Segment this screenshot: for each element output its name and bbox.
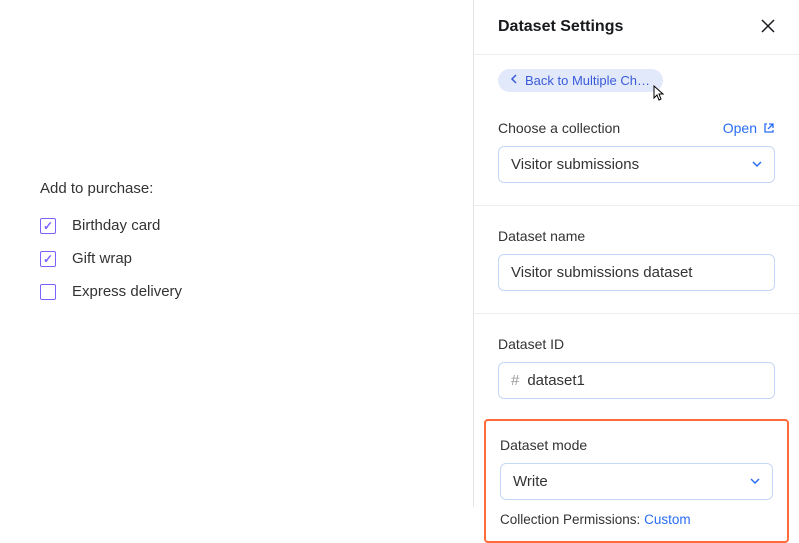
canvas-area: Add to purchase: Birthday card Gift wrap…: [0, 0, 473, 507]
dataset-mode-label: Dataset mode: [500, 437, 773, 453]
dataset-name-input[interactable]: Visitor submissions dataset: [498, 254, 775, 291]
checkbox-option[interactable]: Express delivery: [40, 283, 433, 300]
panel-title: Dataset Settings: [498, 18, 623, 36]
dataset-mode-section: Dataset mode Write Collection Permission…: [484, 419, 789, 543]
chevron-left-icon: [510, 74, 517, 87]
close-icon: [761, 19, 775, 33]
checkbox-label: Express delivery: [72, 283, 182, 300]
dataset-name-label: Dataset name: [498, 228, 585, 244]
back-button[interactable]: Back to Multiple Choi…: [498, 69, 663, 92]
permissions-row: Collection Permissions: Custom: [500, 512, 773, 527]
dataset-id-value: dataset1: [527, 372, 585, 389]
open-link-text: Open: [723, 120, 757, 136]
checkbox-option[interactable]: Gift wrap: [40, 250, 433, 267]
dataset-id-label: Dataset ID: [498, 336, 564, 352]
chevron-down-icon: [752, 159, 762, 171]
close-button[interactable]: [761, 18, 775, 36]
permissions-link[interactable]: Custom: [644, 512, 691, 527]
dataset-id-input[interactable]: # dataset1: [498, 362, 775, 399]
permissions-label: Collection Permissions:: [500, 512, 640, 527]
chevron-down-icon: [750, 476, 760, 488]
checkbox-icon[interactable]: [40, 251, 56, 267]
open-collection-link[interactable]: Open: [723, 120, 775, 136]
panel-header: Dataset Settings: [474, 0, 799, 55]
dataset-mode-select[interactable]: Write: [500, 463, 773, 500]
checkbox-group-title: Add to purchase:: [40, 180, 433, 197]
panel-body: Back to Multiple Choi… Choose a collecti…: [474, 55, 799, 399]
collection-value: Visitor submissions: [511, 156, 639, 173]
dataset-name-value: Visitor submissions dataset: [511, 264, 692, 281]
dataset-name-section: Dataset name Visitor submissions dataset: [474, 205, 799, 291]
dataset-id-section: Dataset ID # dataset1: [474, 313, 799, 399]
collection-select[interactable]: Visitor submissions: [498, 146, 775, 183]
back-label: Back to Multiple Choi…: [525, 73, 651, 88]
external-link-icon: [763, 122, 775, 134]
checkbox-option[interactable]: Birthday card: [40, 217, 433, 234]
cursor-icon: [651, 85, 667, 106]
collection-section: Choose a collection Open Visitor submiss…: [498, 120, 775, 183]
checkbox-label: Birthday card: [72, 217, 160, 234]
dataset-mode-value: Write: [513, 473, 548, 490]
checkbox-icon[interactable]: [40, 284, 56, 300]
hash-icon: #: [511, 372, 519, 389]
collection-label: Choose a collection: [498, 120, 620, 136]
checkbox-label: Gift wrap: [72, 250, 132, 267]
settings-panel: Dataset Settings Back to Multiple Choi… …: [474, 0, 799, 507]
checkbox-icon[interactable]: [40, 218, 56, 234]
